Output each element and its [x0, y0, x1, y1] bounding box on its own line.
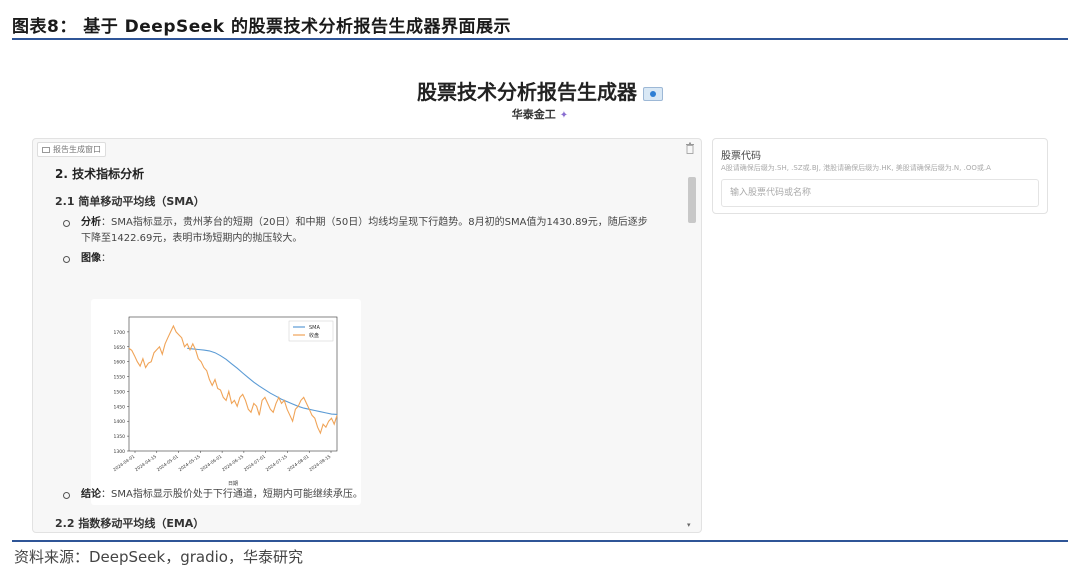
- x-tick-label: 2024-07-01: [243, 454, 267, 473]
- scrollbar[interactable]: ▾: [687, 169, 697, 529]
- y-tick-label: 1350: [114, 434, 126, 440]
- x-tick-label: 2024-04-01: [112, 454, 136, 473]
- figure-title: 图表8： 基于 DeepSeek 的股票技术分析报告生成器界面展示: [12, 17, 512, 37]
- stock-code-label: 股票代码: [721, 151, 761, 162]
- panel-label-text: 报告生成窗口: [53, 145, 101, 154]
- analysis-text: ：SMA指标显示，贵州茅台的短期（20日）和中期（50日）均线均呈现下行趋势。8…: [81, 217, 648, 244]
- y-tick-label: 1300: [114, 449, 126, 455]
- analysis-item: 分析：SMA指标显示，贵州茅台的短期（20日）和中期（50日）均线均呈现下行趋势…: [55, 215, 655, 247]
- x-tick-label: 2024-08-01: [286, 454, 310, 473]
- conclusion-item: 结论：SMA指标显示股价处于下行通道，短期内可能继续承压。: [55, 487, 363, 503]
- subsection-sma-title: 2.1 简单移动平均线（SMA）: [55, 195, 205, 208]
- image-label: 图像: [81, 253, 101, 264]
- y-tick-label: 1550: [114, 375, 126, 381]
- report-output-panel[interactable]: 报告生成窗口 2. 技术指标分析 2.1 简单移动平均线（SMA） 分析：SMA…: [32, 138, 702, 533]
- conclusion-text: ：SMA指标显示股价处于下行通道，短期内可能继续承压。: [101, 489, 363, 500]
- sma-chart-svg: 1300 1350 1400 1450 1500 1550 1600 1650 1700 2024…: [112, 316, 338, 487]
- trash-icon[interactable]: [685, 142, 695, 154]
- subsection-ema-title: 2.2 指数移动平均线（EMA）: [55, 517, 205, 530]
- y-tick-label: 1650: [114, 345, 126, 351]
- panel-label: 报告生成窗口: [37, 142, 106, 157]
- stock-input-panel: 股票代码 A股请确保后缀为.SH, .SZ或.BJ, 港股请确保后缀为.HK, …: [712, 138, 1048, 214]
- conclusion-label: 结论: [81, 489, 101, 500]
- bottom-rule: [12, 540, 1068, 542]
- figure-source: 资料来源：DeepSeek，gradio，华泰研究: [14, 548, 303, 566]
- y-tick-label: 1500: [114, 389, 126, 395]
- image-item: 图像：: [55, 251, 111, 267]
- y-tick-label: 1700: [114, 330, 126, 336]
- analysis-label: 分析: [81, 217, 101, 228]
- y-tick-label: 1600: [114, 360, 126, 366]
- stock-code-hint: A股请确保后缀为.SH, .SZ或.BJ, 港股请确保后缀为.HK, 美股请确保…: [721, 164, 991, 172]
- app-subtitle: 华泰金工 ✦: [0, 106, 1080, 122]
- stock-code-input[interactable]: [721, 179, 1039, 207]
- x-tick-label: 2024-05-01: [156, 454, 180, 473]
- x-tick-label: 2024-06-01: [199, 454, 223, 473]
- x-tick-label: 2024-08-15: [308, 454, 332, 473]
- legend-label-1: 收盘: [309, 332, 319, 339]
- sma-chart: 1300 1350 1400 1450 1500 1550 1600 1650 1700 2024…: [91, 299, 361, 505]
- chart-emoji-icon: [643, 86, 663, 101]
- legend-label-0: SMA: [309, 325, 320, 331]
- app-subtitle-text: 华泰金工: [511, 108, 556, 121]
- image-colon: ：: [101, 253, 111, 264]
- section-title: 2. 技术指标分析: [55, 167, 145, 181]
- y-tick-label: 1450: [114, 404, 126, 410]
- scroll-down-icon[interactable]: ▾: [687, 521, 691, 529]
- x-tick-label: 2024-07-15: [265, 454, 289, 473]
- top-rule: [12, 38, 1068, 40]
- scrollbar-thumb[interactable]: [688, 177, 696, 223]
- sparkle-icon: ✦: [559, 110, 569, 121]
- series-line-1: [128, 324, 338, 435]
- x-tick-label: 2024-05-15: [178, 454, 202, 473]
- y-tick-label: 1400: [114, 419, 126, 425]
- app-title-text: 股票技术分析报告生成器: [417, 80, 637, 104]
- x-tick-label: 2024-04-15: [134, 454, 158, 473]
- x-tick-label: 2024-06-15: [221, 454, 245, 473]
- app-title: 股票技术分析报告生成器: [0, 76, 1080, 105]
- textbox-icon: [42, 146, 50, 153]
